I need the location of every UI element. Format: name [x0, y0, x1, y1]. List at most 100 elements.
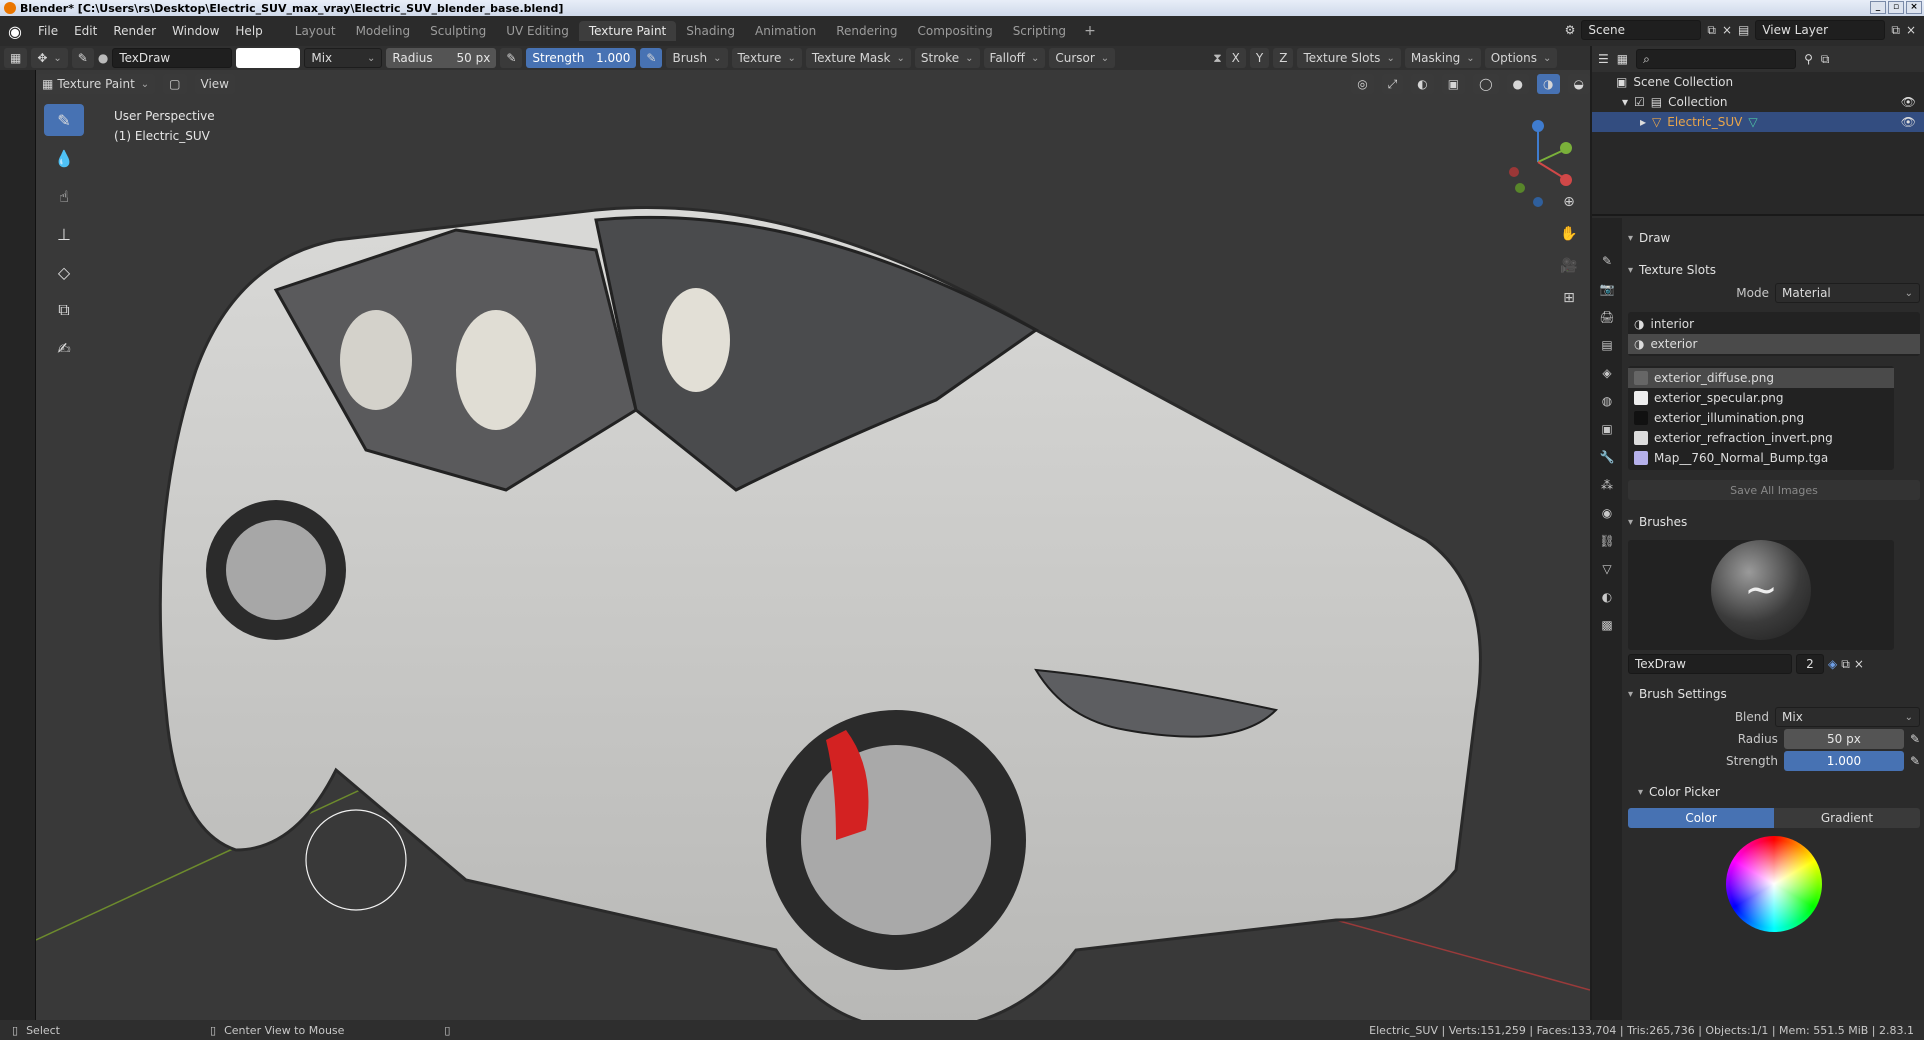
object-row[interactable]: ▸ ▽ Electric_SUV ▽ 👁 — [1592, 112, 1924, 132]
axis-y-toggle[interactable]: Y — [1249, 48, 1270, 68]
radius-pressure-icon[interactable]: ✎ — [1910, 732, 1920, 746]
image-slot-item[interactable]: exterior_diffuse.png — [1628, 368, 1894, 388]
falloff-menu[interactable]: Falloff — [983, 48, 1046, 68]
strength-pressure-icon[interactable]: ✎ — [1910, 754, 1920, 768]
axis-z-toggle[interactable]: Z — [1273, 48, 1294, 68]
view-layer-tab-icon[interactable]: ▤ — [1596, 338, 1618, 358]
new-collection-icon[interactable]: ⧉ — [1821, 52, 1830, 67]
menu-render[interactable]: Render — [105, 24, 164, 38]
rendered-shading-icon[interactable]: ◒ — [1567, 74, 1590, 94]
texture-tab-icon[interactable]: ▩ — [1596, 618, 1618, 638]
mask-toggle-icon[interactable]: ▢ — [163, 74, 187, 94]
texture-menu[interactable]: Texture — [731, 48, 802, 68]
collection-row[interactable]: ▾ ☑ ▤ Collection 👁 — [1592, 92, 1924, 112]
tab-sculpting[interactable]: Sculpting — [420, 21, 496, 41]
tab-scripting[interactable]: Scripting — [1003, 21, 1076, 41]
minimize-icon[interactable]: _ — [1870, 1, 1886, 14]
soften-tool-icon[interactable]: 💧 — [44, 142, 84, 174]
collection-checkbox[interactable]: ☑ — [1634, 95, 1645, 109]
blender-menu-icon[interactable]: ◉ — [0, 22, 30, 41]
gizmo-icon[interactable]: ⤢ — [1381, 74, 1404, 94]
image-slot-item[interactable]: exterior_illumination.png — [1628, 408, 1894, 428]
outliner-type-icon[interactable]: ☰ — [1598, 52, 1609, 66]
cursor-menu[interactable]: Cursor — [1049, 48, 1116, 68]
physics-tab-icon[interactable]: ◉ — [1596, 506, 1618, 526]
image-slot-item[interactable]: exterior_refraction_invert.png — [1628, 428, 1894, 448]
zoom-icon[interactable]: ⊕ — [1558, 194, 1580, 216]
material-tab-icon[interactable]: ◐ — [1596, 590, 1618, 610]
tab-animation[interactable]: Animation — [745, 21, 826, 41]
expand-arrow-icon[interactable]: ▸ — [1640, 115, 1646, 129]
scene-field[interactable]: Scene — [1581, 20, 1702, 40]
3d-viewport[interactable] — [36, 70, 1590, 1020]
mode-dropdown[interactable]: Material — [1775, 283, 1920, 303]
output-tab-icon[interactable]: 🖨 — [1596, 310, 1618, 330]
strength-pressure-icon[interactable]: ✎ — [640, 48, 663, 68]
masking-menu[interactable]: Masking — [1404, 48, 1481, 68]
radius-slider[interactable]: Radius 50 px — [386, 48, 497, 68]
particles-tab-icon[interactable]: ⁂ — [1596, 478, 1618, 498]
wireframe-shading-icon[interactable]: ◯ — [1473, 74, 1499, 94]
color-tab[interactable]: Color — [1628, 808, 1774, 828]
color-wheel[interactable] — [1726, 836, 1822, 932]
tab-uv-editing[interactable]: UV Editing — [496, 21, 579, 41]
blend-dropdown[interactable]: Mix — [304, 48, 383, 68]
texture-slots-menu[interactable]: Texture Slots — [1297, 48, 1401, 68]
blend-dropdown[interactable]: Mix — [1775, 707, 1920, 727]
unlink-brush-icon[interactable]: × — [1854, 657, 1864, 671]
fake-user-icon[interactable]: ◈ — [1828, 657, 1837, 671]
smear-tool-icon[interactable]: ☝ — [44, 180, 84, 212]
modifier-tab-icon[interactable]: 🔧 — [1596, 450, 1618, 470]
delete-view-layer-icon[interactable]: × — [1906, 23, 1916, 37]
outliner-search-input[interactable]: ⌕ — [1636, 49, 1797, 69]
visibility-icon[interactable]: ◎ — [1351, 74, 1374, 94]
new-scene-icon[interactable]: ⧉ — [1707, 23, 1716, 38]
grid-view-icon[interactable]: ⊞ — [1558, 290, 1580, 312]
view-menu[interactable]: View — [194, 74, 235, 94]
brush-preview-box[interactable]: ~ — [1628, 540, 1894, 650]
brush-users-count[interactable]: 2 — [1796, 654, 1824, 674]
render-tab-icon[interactable]: 📷 — [1596, 282, 1618, 302]
fill-tool-icon[interactable]: ◇ — [44, 256, 84, 288]
display-mode-icon[interactable]: ▦ — [1617, 52, 1628, 66]
tab-compositing[interactable]: Compositing — [907, 21, 1002, 41]
constraints-tab-icon[interactable]: ⛓ — [1596, 534, 1618, 554]
material-item[interactable]: ◑ exterior — [1628, 334, 1920, 354]
brush-menu[interactable]: Brush — [666, 48, 728, 68]
view-layer-field[interactable]: View Layer — [1755, 20, 1886, 40]
image-slot-item[interactable]: exterior_specular.png — [1628, 388, 1894, 408]
gradient-tab[interactable]: Gradient — [1774, 808, 1920, 828]
clone-tool-icon[interactable]: ⊥ — [44, 218, 84, 250]
xray-icon[interactable]: ▣ — [1441, 74, 1466, 94]
brush-tool-icon[interactable]: ✎ — [71, 48, 94, 68]
menu-file[interactable]: File — [30, 24, 66, 38]
strength-slider[interactable]: Strength 1.000 — [526, 48, 637, 68]
brush-name-field[interactable]: TexDraw — [1628, 654, 1792, 674]
world-tab-icon[interactable]: ◍ — [1596, 394, 1618, 414]
new-view-layer-icon[interactable]: ⧉ — [1891, 23, 1900, 38]
editor-type-icon[interactable]: ▦ — [4, 48, 28, 68]
tab-shading[interactable]: Shading — [676, 21, 745, 41]
duplicate-brush-icon[interactable]: ⧉ — [1841, 657, 1850, 672]
scene-tab-icon[interactable]: ◈ — [1596, 366, 1618, 386]
brush-name-field[interactable]: TexDraw — [112, 48, 233, 68]
tab-rendering[interactable]: Rendering — [826, 21, 907, 41]
annotate-tool-icon[interactable]: ✍ — [44, 332, 84, 364]
save-all-images-button[interactable]: Save All Images — [1628, 480, 1920, 500]
menu-edit[interactable]: Edit — [66, 24, 105, 38]
solid-shading-icon[interactable]: ● — [1506, 74, 1530, 94]
strength-slider[interactable]: 1.000 — [1783, 751, 1904, 771]
expand-arrow-icon[interactable]: ▾ — [1622, 95, 1628, 109]
material-shading-icon[interactable]: ◑ — [1537, 74, 1560, 94]
scene-collection-row[interactable]: ▣ Scene Collection — [1592, 72, 1924, 92]
menu-window[interactable]: Window — [164, 24, 227, 38]
axis-x-toggle[interactable]: X — [1225, 48, 1246, 68]
texture-mask-menu[interactable]: Texture Mask — [805, 48, 911, 68]
maximize-icon[interactable]: ▫ — [1888, 1, 1904, 14]
tool-tab-icon[interactable]: ✎ — [1596, 254, 1618, 274]
add-workspace-icon[interactable]: + — [1076, 23, 1104, 39]
color-swatch[interactable] — [236, 48, 301, 68]
color-picker-subpanel-header[interactable]: Color Picker — [1624, 780, 1924, 804]
camera-icon[interactable]: 🎥 — [1558, 258, 1580, 280]
texture-slots-panel-header[interactable]: Texture Slots — [1624, 258, 1924, 282]
